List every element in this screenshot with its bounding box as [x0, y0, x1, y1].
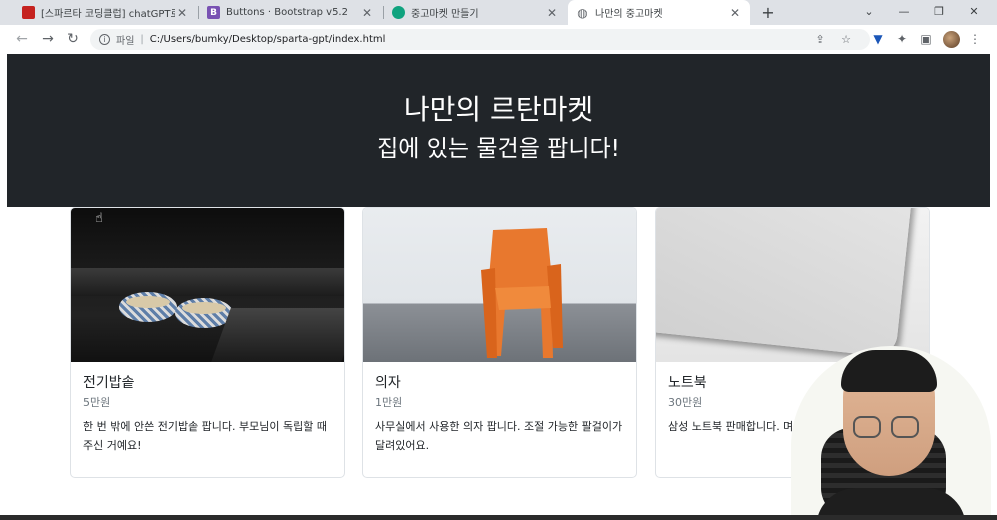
card-body: 전기밥솥 5만원 한 번 밖에 안쓴 전기밥솥 팝니다. 부모님이 독립할 때 …: [83, 372, 335, 455]
product-card-rice-cooker[interactable]: 전기밥솥 5만원 한 번 밖에 안쓴 전기밥솥 팝니다. 부모님이 독립할 때 …: [70, 207, 345, 478]
laptop-image: [656, 208, 929, 362]
bottom-edge: [0, 515, 997, 520]
hero-subtitle: 집에 있는 물건을 팝니다!: [377, 136, 620, 162]
product-card-chair[interactable]: 의자 1만원 사무실에서 사용한 의자 팝니다. 조절 가능한 팔걸이가 달려있…: [362, 207, 637, 478]
side-panel-icon[interactable]: ▣: [917, 30, 935, 48]
hero-banner: 나만의 르탄마켓 집에 있는 물건을 팝니다!: [7, 54, 990, 207]
close-icon[interactable]: ✕: [175, 6, 189, 20]
minimize-icon[interactable]: —: [887, 0, 921, 22]
book-icon: [22, 6, 35, 19]
tab-bootstrap[interactable]: B Buttons · Bootstrap v5.2 ✕: [199, 0, 382, 25]
star-icon[interactable]: ☆: [838, 31, 854, 48]
close-icon[interactable]: ✕: [360, 6, 374, 20]
card-title: 전기밥솥: [83, 375, 135, 391]
bootstrap-icon: B: [207, 6, 220, 19]
tab-market-making[interactable]: 중고마켓 만들기 ✕: [384, 0, 567, 25]
close-icon[interactable]: ✕: [728, 6, 742, 20]
chair-image: [363, 208, 636, 362]
new-tab-button[interactable]: +: [758, 0, 778, 25]
address-url: C:/Users/bumky/Desktop/sparta-gpt/index.…: [149, 34, 386, 45]
card-description: 한 번 밖에 안쓴 전기밥솥 팝니다. 부모님이 독립할 때 주신 거예요!: [83, 420, 327, 452]
card-price: 1만원: [375, 396, 403, 409]
back-arrow-icon[interactable]: ←: [10, 28, 34, 50]
kebab-menu-icon[interactable]: ⋮: [966, 30, 984, 48]
card-price: 5만원: [83, 396, 111, 409]
info-icon[interactable]: i: [99, 34, 110, 45]
browser-toolbar: ← → ↻ i 파일 | C:/Users/bumky/Desktop/spar…: [0, 25, 997, 54]
tab-sparta[interactable]: [스파르타 코딩클럽] chatGPT로 ✕: [14, 0, 197, 25]
screen: [스파르타 코딩클럽] chatGPT로 ✕ B Buttons · Boots…: [0, 0, 997, 520]
tab-title: 나만의 중고마켓: [595, 9, 663, 20]
tab-title: 중고마켓 만들기: [411, 9, 479, 20]
forward-arrow-icon[interactable]: →: [36, 28, 60, 50]
card-title: 의자: [375, 375, 401, 391]
chevron-down-icon[interactable]: ⌄: [852, 0, 886, 22]
hand-cursor-icon: ☝: [95, 211, 103, 226]
hero-title: 나만의 르탄마켓: [403, 93, 594, 126]
address-divider: |: [140, 34, 144, 45]
openai-icon: [392, 6, 405, 19]
card-description: 사무실에서 사용한 의자 팝니다. 조절 가능한 팔걸이가 달려있어요.: [375, 420, 623, 452]
chair-illustration: [481, 228, 563, 358]
address-bar[interactable]: i 파일 | C:/Users/bumky/Desktop/sparta-gpt…: [90, 29, 870, 50]
window-close-icon[interactable]: ✕: [957, 0, 991, 22]
profile-avatar[interactable]: [943, 31, 960, 48]
globe-icon: ◍: [577, 5, 588, 20]
tab-my-market[interactable]: ◍ 나만의 중고마켓 ✕: [568, 0, 750, 25]
scheme-label: 파일: [116, 36, 135, 47]
tab-title: [스파르타 코딩클럽] chatGPT로: [41, 9, 175, 20]
card-body: 의자 1만원 사무실에서 사용한 의자 팝니다. 조절 가능한 팔걸이가 달려있…: [375, 372, 627, 455]
tab-strip: [스파르타 코딩클럽] chatGPT로 ✕ B Buttons · Boots…: [0, 0, 997, 25]
rice-cooker-image: [71, 208, 344, 362]
maximize-icon[interactable]: ❐: [922, 0, 956, 22]
tab-title: Buttons · Bootstrap v5.2: [226, 7, 348, 18]
vpn-extension-icon[interactable]: ▼: [869, 30, 887, 48]
share-icon[interactable]: ⇪: [812, 31, 828, 48]
close-icon[interactable]: ✕: [545, 6, 559, 20]
puzzle-icon[interactable]: ✦: [893, 30, 911, 48]
reload-icon[interactable]: ↻: [61, 28, 85, 50]
